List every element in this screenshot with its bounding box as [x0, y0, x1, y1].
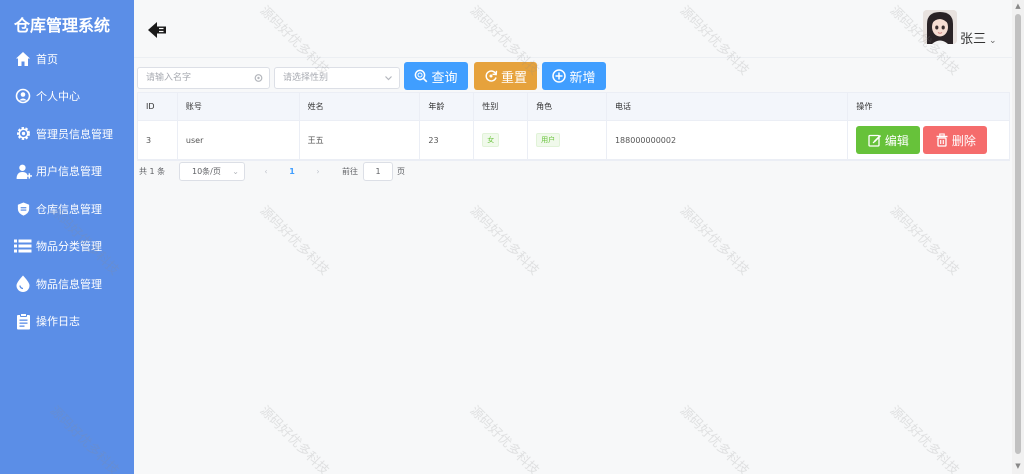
page-number-1[interactable]: 1 — [282, 162, 302, 181]
prev-page-button[interactable]: ‹ — [256, 162, 276, 181]
name-search-input[interactable]: 请输入名字 — [137, 67, 270, 89]
add-user-icon — [13, 161, 33, 181]
home-icon — [13, 49, 33, 69]
sidebar-item-label: 操作日志 — [36, 315, 80, 329]
sidebar-item-label: 首页 — [36, 52, 58, 66]
search-icon — [414, 69, 428, 83]
search-toolbar: 请输入名字 请选择性别 查询 重置 新增 — [137, 62, 617, 92]
page-size-value: 10条/页 — [192, 167, 221, 176]
column-header: 账号 — [178, 93, 300, 120]
page-scrollbar[interactable]: ▲ ▼ — [1012, 0, 1024, 474]
column-header: 电话 — [607, 93, 849, 120]
column-header: 年龄 — [420, 93, 475, 120]
gear-icon — [13, 124, 33, 144]
sidebar-item-label: 个人中心 — [36, 90, 80, 104]
pagination: 共 1 条 10条/页 ⌄ ‹ 1 › 前往 1 页 — [139, 162, 539, 182]
user-menu[interactable]: 张三 ⌄ — [960, 28, 997, 47]
reset-button[interactable]: 重置 — [474, 62, 537, 90]
cell-id: 3 — [138, 121, 178, 159]
sidebar-item-label: 物品分类管理 — [36, 240, 102, 254]
drop-icon — [13, 274, 33, 294]
role-tag: 用户 — [536, 133, 561, 147]
app-title: 仓库管理系统 — [14, 16, 111, 35]
scroll-up-icon[interactable]: ▲ — [1014, 2, 1022, 10]
column-header: ID — [138, 93, 178, 120]
edit-button-label: 编辑 — [884, 133, 909, 148]
table-header: ID 账号 姓名 年龄 性别 角色 电话 操作 — [138, 93, 1009, 121]
query-button[interactable]: 查询 — [404, 62, 468, 90]
cell-name: 王五 — [300, 121, 421, 159]
sidebar-item-label: 用户信息管理 — [36, 165, 102, 179]
username-label: 张三 — [960, 32, 987, 47]
sidebar: 仓库管理系统 首页 个人中心 管理员信息管理 用户信息管理 仓库信息管理 物品分… — [0, 0, 134, 474]
scroll-thumb[interactable] — [1015, 14, 1021, 454]
scroll-down-icon[interactable]: ▼ — [1014, 462, 1022, 470]
edit-button[interactable]: 编辑 — [856, 126, 921, 154]
page-unit-label: 页 — [397, 167, 405, 176]
sidebar-item-users[interactable]: 用户信息管理 — [0, 153, 134, 191]
sidebar-item-label: 物品信息管理 — [36, 277, 102, 291]
sidebar-item-label: 管理员信息管理 — [36, 127, 113, 141]
goto-label: 前往 — [342, 167, 358, 176]
column-header: 操作 — [856, 102, 873, 111]
log-icon — [13, 311, 33, 331]
shield-icon — [13, 199, 33, 219]
next-page-button[interactable]: › — [308, 162, 328, 181]
cell-phone: 188000000002 — [607, 121, 849, 159]
column-header: 性别 — [474, 93, 529, 120]
sidebar-item-category[interactable]: 物品分类管理 — [0, 228, 134, 266]
sidebar-item-warehouse[interactable]: 仓库信息管理 — [0, 190, 134, 228]
refresh-icon — [484, 69, 498, 83]
table-row: 3 user 王五 23 女 用户 188000000002 编辑 删除 — [138, 121, 1009, 160]
pagination-total: 共 1 条 — [139, 167, 166, 176]
sidebar-item-home[interactable]: 首页 — [0, 40, 134, 78]
query-button-label: 查询 — [431, 70, 458, 86]
delete-button-label: 删除 — [951, 133, 976, 148]
back-icon[interactable] — [146, 20, 170, 40]
add-button[interactable]: 新增 — [542, 62, 606, 90]
user-center-icon — [13, 86, 33, 106]
list-icon — [13, 236, 33, 256]
gender-select-placeholder: 请选择性别 — [283, 73, 329, 83]
cell-account: user — [178, 121, 300, 159]
main-content: 张三 ⌄ 请输入名字 请选择性别 查询 重置 新增 ID 账号 姓名 年龄 性别… — [134, 0, 1012, 474]
cell-gender: 女 — [474, 121, 529, 159]
goto-page-input[interactable]: 1 — [363, 162, 393, 181]
cell-role: 用户 — [528, 121, 607, 159]
delete-button[interactable]: 删除 — [923, 126, 988, 154]
reset-button-label: 重置 — [500, 70, 527, 86]
chevron-down-icon: ⌄ — [989, 36, 997, 46]
gender-select[interactable]: 请选择性别 — [274, 67, 400, 89]
trash-icon — [935, 133, 949, 147]
sidebar-item-goods[interactable]: 物品信息管理 — [0, 265, 134, 303]
chevron-down-icon: ⌄ — [232, 167, 239, 176]
top-header: 张三 ⌄ — [134, 0, 1012, 58]
sidebar-menu: 首页 个人中心 管理员信息管理 用户信息管理 仓库信息管理 物品分类管理 物品信… — [0, 40, 134, 340]
user-table: ID 账号 姓名 年龄 性别 角色 电话 操作 3 user 王五 23 女 用… — [137, 92, 1010, 161]
edit-icon — [868, 133, 882, 147]
sidebar-item-profile[interactable]: 个人中心 — [0, 78, 134, 116]
add-circle-icon — [552, 69, 567, 83]
cell-actions: 编辑 删除 — [848, 121, 1009, 159]
name-search-placeholder: 请输入名字 — [146, 73, 192, 83]
add-button-label: 新增 — [569, 70, 596, 86]
column-header: 姓名 — [300, 93, 421, 120]
page-size-select[interactable]: 10条/页 ⌄ — [179, 162, 245, 181]
gender-tag: 女 — [482, 133, 500, 147]
sidebar-item-admin[interactable]: 管理员信息管理 — [0, 115, 134, 153]
sidebar-item-label: 仓库信息管理 — [36, 202, 102, 216]
sidebar-item-logs[interactable]: 操作日志 — [0, 303, 134, 341]
column-header: 角色 — [528, 93, 607, 120]
cell-age: 23 — [420, 121, 475, 159]
avatar[interactable] — [923, 10, 957, 44]
